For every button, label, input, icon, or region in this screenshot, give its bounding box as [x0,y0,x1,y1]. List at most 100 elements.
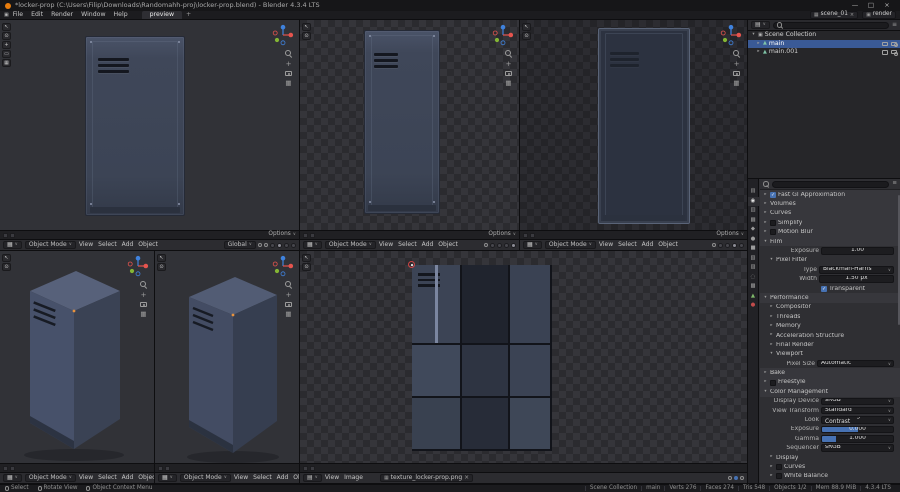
expand-arrow-icon[interactable]: ▸ [763,380,768,385]
checkbox[interactable]: ✓ [770,191,776,198]
panel-acceleration-structure[interactable]: ▸ Acceleration Structure [760,331,900,340]
shading-solid-icon[interactable] [497,242,502,248]
expand-arrow-icon[interactable]: ▸ [769,473,774,478]
menu-item[interactable]: File [9,11,27,18]
editor-type-button[interactable]: ▦ ∨ [3,241,22,249]
menu-item[interactable]: Object [138,242,158,248]
shading-rendered-icon[interactable] [291,242,296,248]
uv-image-editor[interactable]: ↖ ⊙ ▤ ∨ View Image ▦ texture_locker-prop… [300,251,747,483]
menu-item[interactable]: View [234,475,248,481]
expand-arrow-icon[interactable]: ▾ [769,257,774,262]
properties-tab[interactable]: ▦ [748,216,759,226]
tool-option-icon[interactable] [530,232,535,238]
checkbox[interactable] [770,219,776,226]
tool-option-icon[interactable] [10,232,15,238]
move-view-icon[interactable]: + [286,61,292,68]
shading-rendered-icon[interactable] [739,242,744,248]
menu-item[interactable]: Edit [27,11,47,18]
properties-tab[interactable]: ■ [748,244,759,254]
panel-white-balance[interactable]: ▸ White Balance [760,472,900,481]
expand-arrow-icon[interactable]: ▸ [769,314,774,319]
scene-selector[interactable]: ▦ scene_01 × [809,11,859,19]
orthographic-toggle-icon[interactable]: ▦ [140,311,146,318]
expand-arrow-icon[interactable]: ▸ [769,304,774,309]
menu-item[interactable]: Select [98,242,117,248]
menu-item[interactable]: Select [618,242,637,248]
viewport-3d-material[interactable]: ↖ ⊙ + ▦ Options ∨ ▦ ∨ Object Mode ∨ View… [520,20,747,250]
shading-wireframe-icon[interactable] [270,242,275,248]
expand-arrow-icon[interactable]: ▾ [769,351,774,356]
editor-type-button[interactable]: ▦ ∨ [303,241,322,249]
outliner-row-main[interactable]: ▸ ▲ main [748,39,900,48]
navigation-gizmo[interactable] [492,24,514,46]
zoom-icon[interactable] [733,50,740,57]
editor-type-button[interactable]: ▦ ∨ [3,474,22,482]
properties-tab[interactable]: ● [748,235,759,245]
tool-button[interactable]: + [2,41,11,49]
expand-arrow-icon[interactable]: ▸ [769,323,774,328]
look-dropdown[interactable]: Medium High Contrast∨ [821,416,894,424]
checkbox[interactable] [770,379,776,386]
properties-tab[interactable]: ▤ [748,187,759,197]
menu-item[interactable]: View [379,242,393,248]
panel-viewport[interactable]: ▾ Viewport [760,350,900,359]
workspace-tab-preview[interactable]: preview [141,11,183,19]
display-device-dropdown[interactable]: sRGB ∨ [821,397,894,406]
viewport-3d-front-canvas[interactable]: ↖ ⊙ + ▭ ▦ + ▦ [0,20,299,230]
tool-button[interactable]: ↖ [2,254,11,262]
expand-arrow-icon[interactable]: ▸ [769,342,774,347]
cursor-2d[interactable] [408,261,415,268]
transform-orientation-dropdown[interactable]: Global ∨ [223,241,256,249]
options-dropdown[interactable]: Options [488,231,510,238]
mode-dropdown[interactable]: Object Mode ∨ [24,474,76,482]
sidebar-toggle-icon[interactable] [740,476,744,480]
menu-item[interactable]: Window [77,11,109,18]
panel-use-curves[interactable]: ▸ Curves [760,462,900,471]
viewport-3d-persp-right[interactable]: ↖ ⊙ + ▦ ▦ ∨ Object Mode ∨ View Select Ad… [155,251,299,483]
panel-memory[interactable]: ▸ Memory [760,321,900,330]
menu-item[interactable]: Render [47,11,77,18]
orthographic-toggle-icon[interactable]: ▦ [733,80,739,87]
shading-wireframe-icon[interactable] [490,242,495,248]
menu-item[interactable]: Add [122,242,134,248]
expand-arrow-icon[interactable]: ▸ [756,49,761,54]
panel-final-render[interactable]: ▸ Final Render [760,340,900,349]
checkbox[interactable] [776,473,782,480]
tool-button[interactable]: ▦ [2,59,11,67]
tool-button[interactable]: ▭ [2,50,11,58]
sequencer-dropdown[interactable]: sRGB ∨ [821,444,894,452]
snap-magnet-icon[interactable] [484,243,488,247]
scrollbar[interactable] [897,195,900,325]
mode-dropdown[interactable]: Object Mode ∨ [179,474,231,482]
viewport-visibility-icon[interactable] [882,41,888,46]
panel-bake[interactable]: ▸ Bake [760,368,900,378]
panel-performance[interactable]: ▾ Performance [760,293,900,303]
editor-type-button[interactable]: ▤ ∨ [303,474,322,482]
view-layer-selector[interactable]: ▣ render [862,11,896,19]
panel-simplify[interactable]: ▸ Simplify [760,218,900,228]
viewport-visibility-icon[interactable] [882,50,888,55]
render-visibility-icon[interactable] [891,50,898,56]
tool-button[interactable]: ⊙ [2,263,11,271]
active-tool-icon[interactable] [3,465,8,471]
panel-display[interactable]: ▸ Display [760,453,900,462]
outliner-row-scene-collection[interactable]: ▾ ▣ Scene Collection [748,31,900,40]
active-tool-icon[interactable] [303,465,308,471]
exposure-value-slider[interactable]: 1.00 [821,247,894,255]
snap-magnet-icon[interactable] [712,243,716,247]
shading-rendered-icon[interactable] [511,242,516,248]
view-transform-dropdown[interactable]: Standard ∨ [821,406,894,415]
viewport-3d-material-canvas[interactable]: ↖ ⊙ + ▦ [520,20,747,230]
pixel-filter-width-slider[interactable]: 1.50 px [819,275,894,283]
tool-button[interactable]: ↖ [157,254,166,262]
tool-option-icon[interactable] [310,465,315,471]
expand-arrow-icon[interactable]: ▾ [751,32,756,37]
menu-item[interactable]: View [79,242,93,248]
tool-button[interactable]: ↖ [2,23,11,31]
expand-arrow-icon[interactable]: ▸ [763,201,768,206]
tool-option-icon[interactable] [10,465,15,471]
zoom-icon[interactable] [140,281,147,288]
expand-arrow-icon[interactable]: ▸ [763,370,768,375]
outliner-search-input[interactable] [772,21,889,29]
minimize-button[interactable]: — [847,2,863,9]
